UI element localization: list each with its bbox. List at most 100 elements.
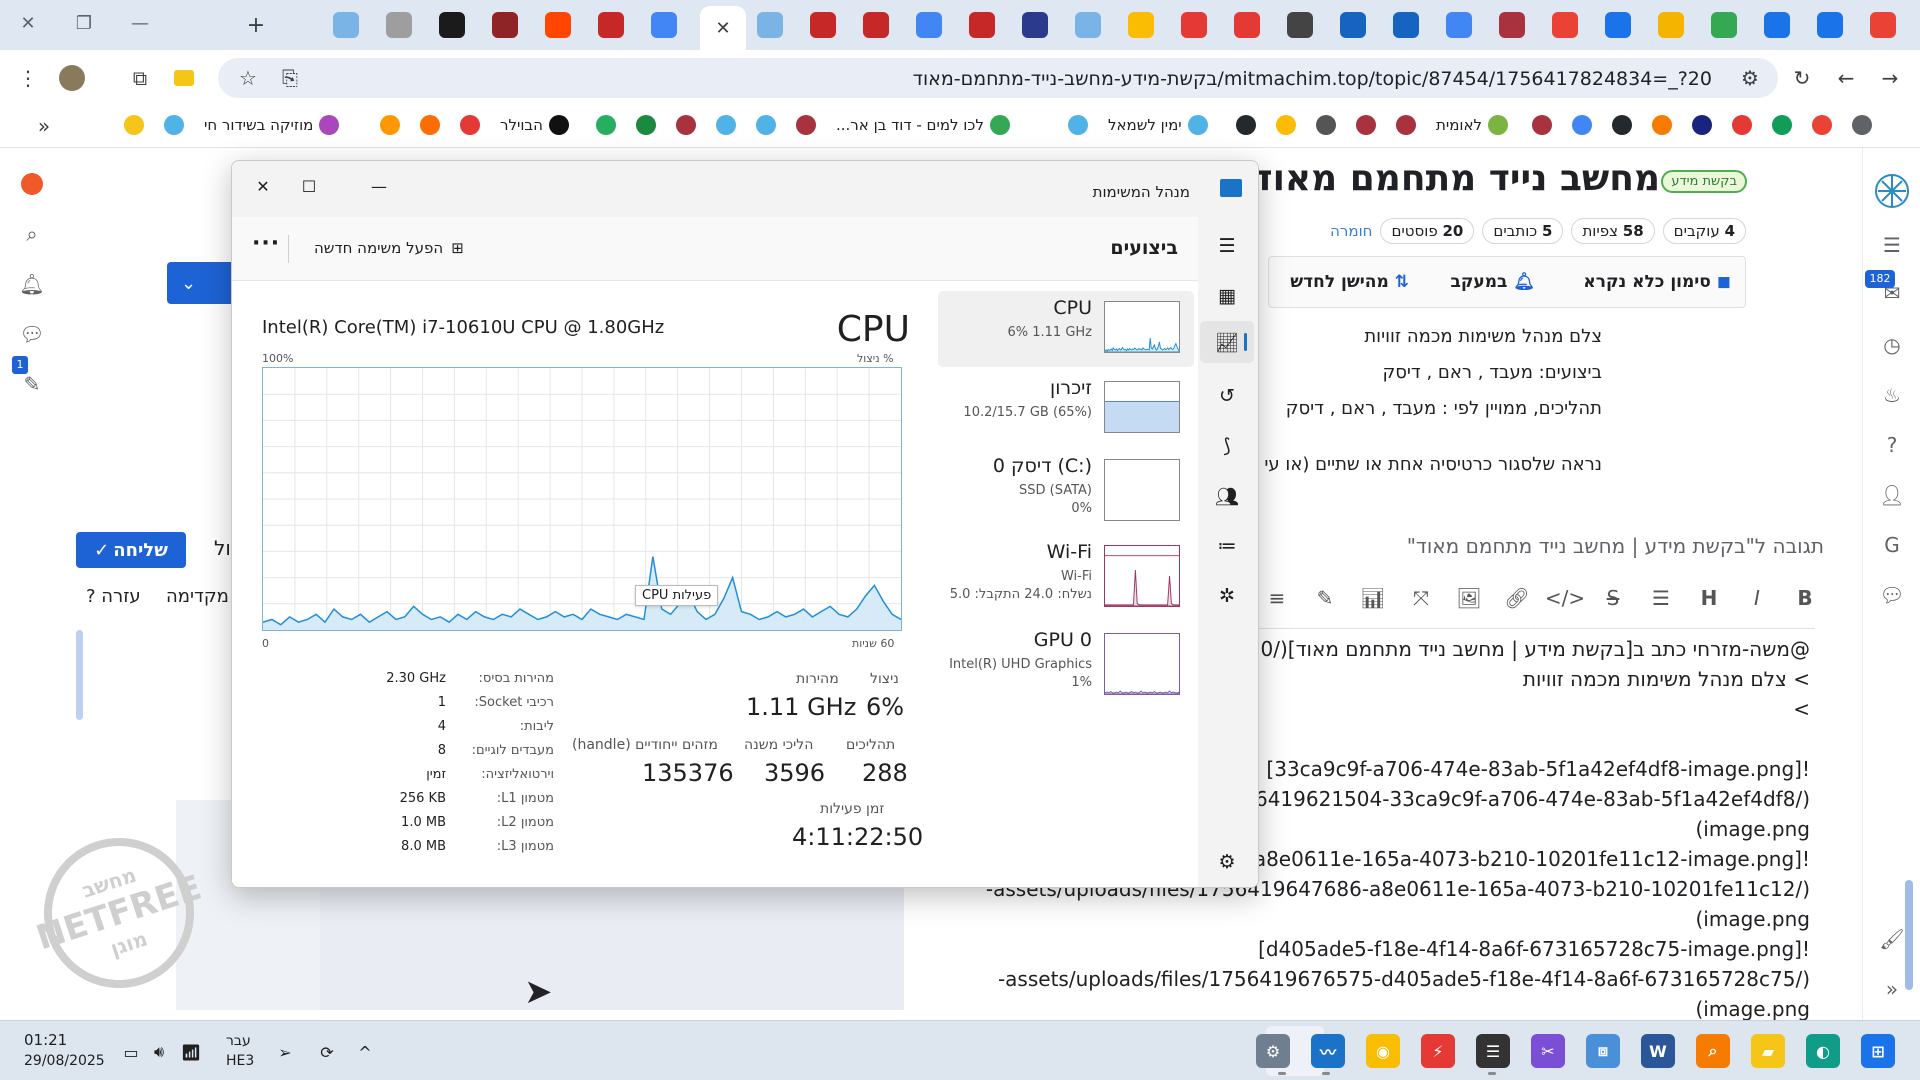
bookmark-item[interactable] xyxy=(636,115,656,135)
preview-scrollbar[interactable] xyxy=(76,630,83,720)
google-icon[interactable] xyxy=(916,12,942,38)
tm-maximize-button[interactable]: ☐ xyxy=(286,169,332,203)
puzzle-icon[interactable] xyxy=(1340,12,1366,38)
bookmark-item[interactable]: ימין לשמאל xyxy=(1108,115,1208,135)
edge-icon[interactable]: ◐ xyxy=(1806,1034,1840,1068)
volume-icon[interactable]: 🔊︎ xyxy=(148,1041,170,1063)
new-tab-button[interactable]: + xyxy=(243,12,269,38)
google-icon[interactable]: G xyxy=(1877,530,1907,560)
bookmark-item[interactable] xyxy=(1692,115,1712,135)
sync-icon[interactable]: ⟳ xyxy=(316,1041,338,1063)
active-tab-close[interactable]: ✕ xyxy=(700,6,746,50)
snipping-tool-icon[interactable]: ✂ xyxy=(1531,1034,1565,1068)
menu-dots-icon[interactable]: ⋮ xyxy=(12,62,44,94)
logo-icon[interactable] xyxy=(863,12,889,38)
bookmark-item[interactable] xyxy=(1652,115,1672,135)
services-icon[interactable]: ✲ xyxy=(1212,581,1242,611)
start-menu-icon[interactable]: ⊞ xyxy=(1861,1034,1895,1068)
notification-dot-icon[interactable] xyxy=(18,170,46,198)
settings-gear-icon[interactable]: ⚙ xyxy=(1212,847,1242,877)
help-link[interactable]: עזרה ? xyxy=(86,586,141,607)
logo-icon[interactable] xyxy=(969,12,995,38)
bookmark-item[interactable] xyxy=(1396,115,1416,135)
performance-icon[interactable]: 📈︎ xyxy=(1212,327,1242,357)
bookmark-item[interactable] xyxy=(460,115,480,135)
minimize-window-button[interactable]: — xyxy=(112,0,168,46)
puzzle-icon[interactable] xyxy=(1393,12,1419,38)
expand-icon[interactable]: » xyxy=(1877,974,1907,1004)
bookmark-item[interactable] xyxy=(596,115,616,135)
italic-icon[interactable]: I xyxy=(1742,583,1772,613)
send-button[interactable]: שליחה ✓ xyxy=(76,532,186,568)
language-bottom[interactable]: HE3 xyxy=(226,1053,254,1069)
code-icon[interactable]: </> xyxy=(1545,583,1585,613)
site-logo-icon[interactable] xyxy=(1869,168,1915,214)
bookmark-item[interactable] xyxy=(1572,115,1592,135)
zen-mode-icon[interactable]: ⤧ xyxy=(1406,583,1436,613)
back-icon[interactable]: ← xyxy=(1830,62,1862,94)
people-icon[interactable] xyxy=(1817,12,1843,38)
bookmark-item[interactable] xyxy=(380,115,400,135)
chat-icon[interactable]: 💬︎ xyxy=(18,320,46,348)
bookmark-item[interactable] xyxy=(756,115,776,135)
hummingbird-icon[interactable] xyxy=(1022,12,1048,38)
category-link[interactable]: חומרה xyxy=(1330,222,1372,240)
reddit-icon[interactable] xyxy=(545,12,571,38)
wallet-icon[interactable] xyxy=(168,62,200,94)
bookmark-item[interactable] xyxy=(420,115,440,135)
close-window-button[interactable]: ✕ xyxy=(0,0,56,46)
bird-icon[interactable] xyxy=(439,12,465,38)
align-icon[interactable]: ≡ xyxy=(1262,583,1292,613)
recent-icon[interactable]: ◷ xyxy=(1877,330,1907,360)
bookmark-item[interactable] xyxy=(716,115,736,135)
more-options-button[interactable]: ··· xyxy=(252,231,280,256)
help-icon[interactable]: ? xyxy=(1877,430,1907,460)
composer-scrollbar[interactable] xyxy=(1905,880,1913,990)
show-hidden-icons[interactable]: ^ xyxy=(354,1041,376,1063)
task-manager-icon[interactable]: 〰 xyxy=(1311,1034,1345,1068)
hamburger-menu-icon[interactable]: ☰ xyxy=(1877,230,1907,260)
location-arrow-icon[interactable]: ➢ xyxy=(274,1041,296,1063)
chrome-icon[interactable] xyxy=(1128,12,1154,38)
bookmark-item[interactable] xyxy=(1732,115,1752,135)
paint-brush-icon[interactable]: 🖌︎ xyxy=(1877,924,1907,954)
chart-icon[interactable]: 📊︎ xyxy=(1358,583,1388,613)
word-icon[interactable]: W xyxy=(1641,1034,1675,1068)
list-icon[interactable]: ☰ xyxy=(1646,583,1676,613)
bookmark-item[interactable] xyxy=(1532,115,1552,135)
bookmark-item[interactable] xyxy=(1772,115,1792,135)
processes-icon[interactable]: ▦ xyxy=(1212,281,1242,311)
watching-button[interactable]: 🔔︎ במעקב xyxy=(1451,272,1535,292)
user-icon[interactable]: 👤︎ xyxy=(1877,480,1907,510)
google-icon[interactable] xyxy=(651,12,677,38)
bookmark-item[interactable] xyxy=(1236,115,1256,135)
chrome-icon[interactable]: ◉ xyxy=(1366,1034,1400,1068)
profile-avatar[interactable] xyxy=(56,62,88,94)
mark-unread-button[interactable]: ◼ סימון כלא נקרא xyxy=(1583,272,1731,292)
tm-close-button[interactable]: ✕ xyxy=(240,169,286,203)
diamond-icon[interactable] xyxy=(1181,12,1207,38)
clock-time[interactable]: 01:21 xyxy=(24,1031,67,1049)
gmail-icon[interactable] xyxy=(1552,12,1578,38)
people-icon[interactable] xyxy=(1764,12,1790,38)
bell-icon[interactable]: 🔔︎ xyxy=(18,270,46,298)
site-settings-icon[interactable]: ⚙ xyxy=(1734,62,1766,94)
google-icon[interactable] xyxy=(1446,12,1472,38)
sphere-icon[interactable] xyxy=(1075,12,1101,38)
bookmark-item[interactable] xyxy=(1068,115,1088,135)
clock-date[interactable]: 29/08/2025 xyxy=(24,1053,105,1069)
url-text[interactable]: mitmachim.top/topic/87454/1756417824834=… xyxy=(913,68,1712,90)
bookmark-item[interactable] xyxy=(164,115,184,135)
settings-icon[interactable]: ⚙ xyxy=(1256,1034,1290,1068)
link-icon[interactable]: 🔗︎ xyxy=(1502,583,1532,613)
strikethrough-icon[interactable]: S xyxy=(1598,583,1628,613)
drive-icon[interactable] xyxy=(1711,12,1737,38)
notepad-icon[interactable]: ☰ xyxy=(1476,1034,1510,1068)
compose-icon[interactable]: ✎ xyxy=(18,370,46,398)
bookmark-item[interactable]: לכו למים - דוד בן אר... xyxy=(836,115,1010,135)
bookmark-item[interactable] xyxy=(1612,115,1632,135)
perf-item-gpu[interactable]: GPU 0 Intel(R) UHD Graphics 1% xyxy=(938,623,1194,699)
restore-window-button[interactable]: ❐ xyxy=(56,0,112,46)
chat-bubble-icon[interactable]: 💬︎ xyxy=(1877,580,1907,610)
flash-icon[interactable]: ⚡ xyxy=(1421,1034,1455,1068)
